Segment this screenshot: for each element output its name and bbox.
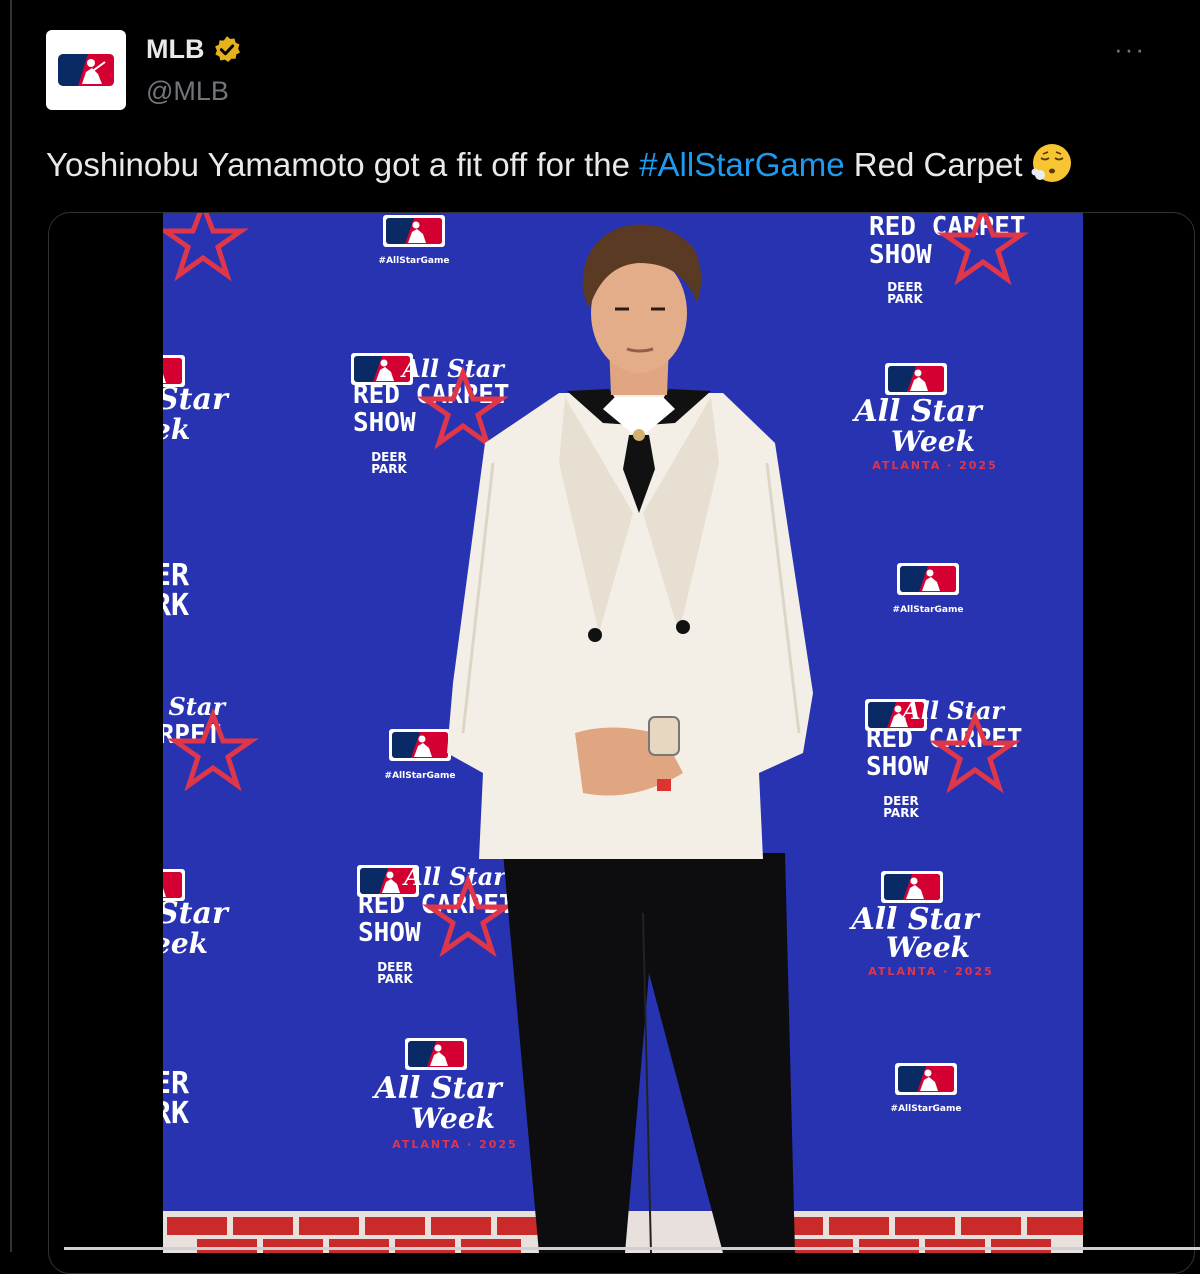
svg-text:RK: RK xyxy=(163,1096,189,1131)
backdrop-show-text: SHOW xyxy=(358,918,421,948)
backdrop-hashtag-text: #AllStarGame xyxy=(379,256,450,266)
backdrop-park-text: PARK xyxy=(883,806,919,820)
backdrop-week-text: Week xyxy=(891,425,975,458)
hashtag-link[interactable]: #AllStarGame xyxy=(639,146,844,183)
backdrop-show-text: SHOW xyxy=(869,240,932,270)
backdrop-all-star-text: All Star xyxy=(371,1071,503,1106)
backdrop-hashtag-text: #AllStarGame xyxy=(891,1104,962,1114)
more-options-button[interactable]: ··· xyxy=(1114,36,1146,62)
tweet-page: MLB @MLB ··· Yoshinobu Yamamoto got a fi… xyxy=(0,0,1200,1274)
backdrop-atlanta-text: ATLANTA · 2025 xyxy=(868,965,994,978)
backdrop-hashtag-logo-4: #AllStarGame xyxy=(891,1063,962,1114)
tweet-text-before: Yoshinobu Yamamoto got a fit off for the xyxy=(46,146,640,183)
tweet-text-after: Red Carpet xyxy=(844,146,1023,183)
player-on-red-carpet-photo[interactable]: All Star Week ATLANTA · 2025 All Star We… xyxy=(163,213,1083,1253)
photo-canvas: All Star Week ATLANTA · 2025 All Star We… xyxy=(163,213,1083,1253)
backdrop-all-star-text: All Star xyxy=(400,354,506,383)
tweet-header: MLB @MLB ··· xyxy=(46,30,1146,110)
backdrop-hashtag-logo-2: #AllStarGame xyxy=(893,563,964,615)
media-bottom-border xyxy=(64,1247,1200,1250)
backdrop-hashtag-text: #AllStarGame xyxy=(893,605,964,615)
backdrop-week-text: Week xyxy=(411,1102,495,1135)
face-exhaling-emoji-icon xyxy=(1031,142,1073,196)
name-row: MLB xyxy=(146,34,242,65)
backdrop-show-text: SHOW xyxy=(353,408,416,438)
backdrop-week-text: Week xyxy=(886,931,970,964)
backdrop-all-star-text: All Star xyxy=(900,696,1006,725)
svg-text:Star: Star xyxy=(163,382,230,417)
backdrop-show-text: SHOW xyxy=(866,752,929,782)
verified-badge-icon xyxy=(215,35,241,62)
backdrop-all-star-text: All Star xyxy=(402,862,508,891)
backdrop-park-text: PARK xyxy=(371,462,407,476)
backdrop-hashtag-text: #AllStarGame xyxy=(385,771,456,781)
backdrop-hashtag-logo: #AllStarGame xyxy=(379,215,450,266)
svg-text:ARPET: ARPET xyxy=(163,720,221,750)
media-card[interactable]: All Star Week ATLANTA · 2025 All Star We… xyxy=(48,212,1195,1274)
mlb-logo-icon xyxy=(58,54,114,86)
backdrop-atlanta-text: ATLANTA · 2025 xyxy=(872,459,998,472)
avatar[interactable] xyxy=(46,30,126,110)
svg-text:ek: ek xyxy=(163,413,190,446)
handle[interactable]: @MLB xyxy=(146,76,229,107)
svg-text:RK: RK xyxy=(163,588,189,623)
backdrop-park-text: PARK xyxy=(887,292,923,306)
display-name[interactable]: MLB xyxy=(146,34,204,65)
timeline-border xyxy=(10,0,12,1252)
svg-text:eek: eek xyxy=(163,927,208,960)
tweet-text: Yoshinobu Yamamoto got a fit off for the… xyxy=(46,142,1166,196)
backdrop-park-text: PARK xyxy=(377,972,413,986)
backdrop-all-star-text: All Star xyxy=(851,394,983,429)
svg-text:Star: Star xyxy=(163,896,230,931)
svg-text:l Star: l Star xyxy=(163,692,227,721)
backdrop-hashtag-logo-3: #AllStarGame xyxy=(385,729,456,781)
backdrop-atlanta-text: ATLANTA · 2025 xyxy=(392,1138,518,1151)
